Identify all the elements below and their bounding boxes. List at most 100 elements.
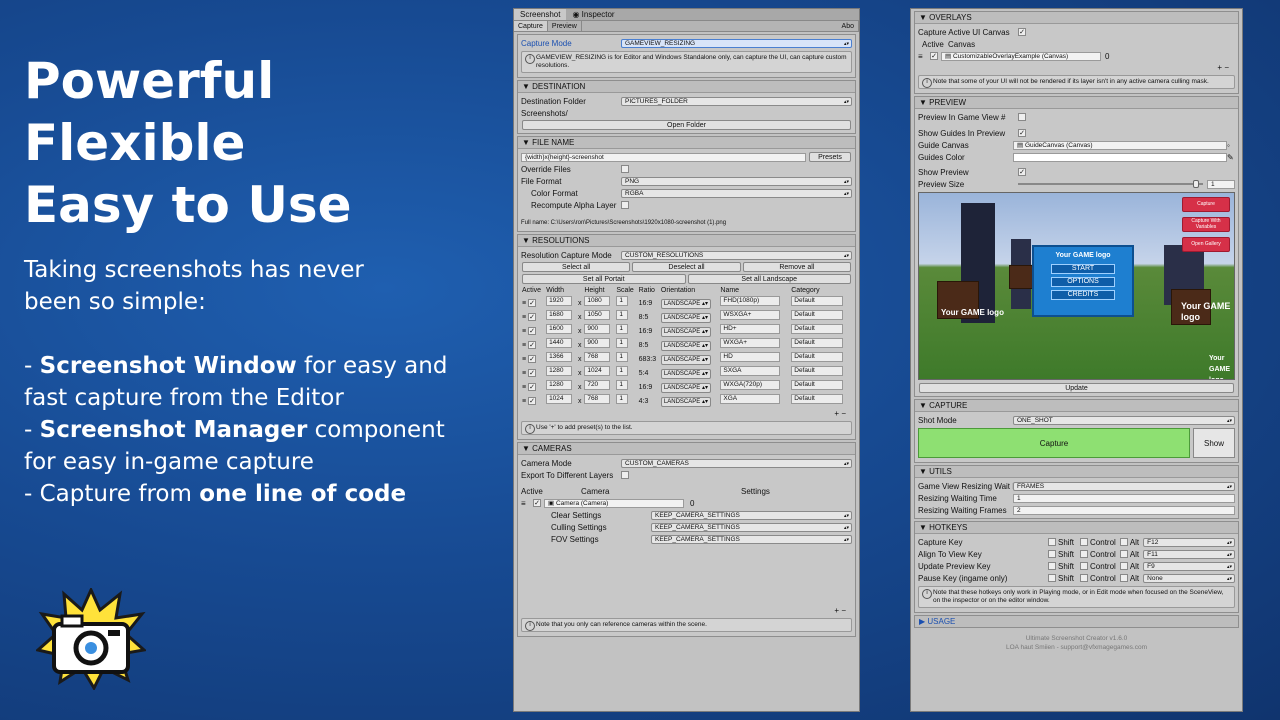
resolution-category[interactable]: Default — [791, 324, 844, 334]
control-checkbox[interactable] — [1080, 562, 1089, 570]
resolution-height[interactable]: 768 — [584, 394, 611, 404]
file-format-dropdown[interactable]: PNG — [621, 176, 852, 186]
shift-checkbox[interactable] — [1048, 574, 1056, 582]
destination-header[interactable]: ▼ DESTINATION — [518, 81, 855, 93]
alt-checkbox[interactable] — [1119, 550, 1128, 558]
resolution-active-checkbox[interactable]: ✓ — [528, 354, 537, 363]
overlay-active-checkbox[interactable]: ✓ — [930, 52, 938, 60]
override-files-checkbox[interactable] — [621, 165, 629, 173]
orientation-dropdown[interactable]: LANDSCAPE ▴▾ — [660, 298, 711, 309]
object-picker-icon[interactable]: ◦ — [1227, 140, 1235, 151]
resolution-width[interactable]: 1024 — [546, 394, 573, 404]
camera-field[interactable]: ▣ Camera (Camera) — [544, 498, 684, 508]
update-preview-button[interactable]: Update — [919, 383, 1234, 393]
hotkey-key-dropdown[interactable]: F12 — [1143, 537, 1235, 547]
overlay-canvas-field[interactable]: ▤ CustomizableOverlayExample (Canvas) — [941, 51, 1101, 61]
resolution-active-checkbox[interactable]: ✓ — [528, 396, 537, 405]
subtab-capture[interactable]: Capture — [514, 21, 548, 31]
orientation-dropdown[interactable]: LANDSCAPE ▴▾ — [660, 368, 711, 379]
resolution-width[interactable]: 1366 — [546, 352, 573, 362]
resolution-active-checkbox[interactable]: ✓ — [528, 340, 537, 349]
shift-checkbox[interactable] — [1048, 550, 1056, 558]
remove-all-button[interactable]: Remove all — [742, 262, 851, 272]
tab-screenshot[interactable]: Screenshot — [514, 9, 567, 20]
cameras-header[interactable]: ▼ CAMERAS — [518, 443, 855, 455]
orientation-dropdown[interactable]: LANDSCAPE ▴▾ — [660, 340, 711, 351]
preview-size-input[interactable]: 1 — [1207, 179, 1235, 189]
resolution-active-checkbox[interactable]: ✓ — [528, 326, 537, 335]
resolution-active-checkbox[interactable]: ✓ — [528, 382, 537, 391]
resolution-category[interactable]: Default — [791, 380, 844, 390]
hotkey-key-dropdown[interactable]: F9 — [1143, 561, 1235, 571]
resolution-width[interactable]: 1920 — [546, 296, 573, 306]
culling-settings-dropdown[interactable]: KEEP_CAMERA_SETTINGS — [651, 522, 852, 532]
subtab-preview[interactable]: Preview — [548, 21, 582, 31]
camera-mode-dropdown[interactable]: CUSTOM_CAMERAS — [621, 458, 852, 468]
tab-inspector[interactable]: ◉ Inspector — [566, 9, 620, 20]
resize-wait-mode-dropdown[interactable]: FRAMES — [1013, 481, 1235, 491]
alt-checkbox[interactable] — [1119, 538, 1128, 546]
resolution-scale[interactable]: 1 — [616, 338, 629, 348]
camera-active-checkbox[interactable]: ✓ — [533, 499, 541, 507]
resolution-name[interactable]: HD — [720, 352, 781, 362]
resolution-active-checkbox[interactable]: ✓ — [528, 368, 537, 377]
resolution-height[interactable]: 1050 — [584, 310, 611, 320]
filename-input[interactable]: {width}x{height}-screenshot — [521, 152, 806, 162]
overlays-header[interactable]: ▼ OVERLAYS — [915, 12, 1238, 24]
preview-game-view-checkbox[interactable] — [1018, 113, 1026, 121]
cameras-add-remove[interactable]: + − — [521, 605, 852, 616]
resolution-height[interactable]: 900 — [584, 338, 611, 348]
control-checkbox[interactable] — [1080, 550, 1089, 558]
resolution-height[interactable]: 900 — [584, 324, 611, 334]
preview-size-slider[interactable] — [1018, 179, 1203, 189]
guides-color-swatch[interactable] — [1013, 152, 1227, 162]
resolution-category[interactable]: Default — [791, 352, 844, 362]
resolution-scale[interactable]: 1 — [616, 324, 629, 334]
resize-wait-time-input[interactable]: 1 — [1013, 493, 1235, 503]
preview-header[interactable]: ▼ PREVIEW — [915, 97, 1238, 109]
eyedropper-icon[interactable]: ✎ — [1227, 152, 1235, 163]
overlays-add-remove[interactable]: + − — [918, 62, 1235, 73]
capture-header[interactable]: ▼ CAPTURE — [915, 400, 1238, 412]
open-folder-button[interactable]: Open Folder — [522, 120, 851, 130]
recompute-alpha-checkbox[interactable] — [621, 201, 629, 209]
shift-checkbox[interactable] — [1048, 538, 1056, 546]
hotkey-key-dropdown[interactable]: F11 — [1143, 549, 1235, 559]
capture-button[interactable]: Capture — [918, 428, 1190, 458]
drag-handle-icon[interactable]: ≡ — [521, 498, 533, 509]
hotkeys-header[interactable]: ▼ HOTKEYS — [915, 522, 1238, 534]
filename-header[interactable]: ▼ FILE NAME — [518, 137, 855, 149]
control-checkbox[interactable] — [1080, 574, 1089, 582]
resolutions-add-remove[interactable]: + − — [521, 408, 852, 419]
resolution-category[interactable]: Default — [791, 296, 844, 306]
deselect-all-button[interactable]: Deselect all — [632, 262, 741, 272]
resolution-name[interactable]: WSXGA+ — [720, 310, 781, 320]
subtab-about[interactable]: Abo — [838, 21, 859, 31]
resolution-category[interactable]: Default — [791, 338, 844, 348]
alt-checkbox[interactable] — [1119, 562, 1128, 570]
resolution-height[interactable]: 1080 — [584, 296, 611, 306]
select-all-button[interactable]: Select all — [522, 262, 631, 272]
resolution-height[interactable]: 768 — [584, 352, 611, 362]
resolution-scale[interactable]: 1 — [616, 310, 629, 320]
utils-header[interactable]: ▼ UTILS — [915, 466, 1238, 478]
orientation-dropdown[interactable]: LANDSCAPE ▴▾ — [660, 382, 711, 393]
fov-settings-dropdown[interactable]: KEEP_CAMERA_SETTINGS — [651, 534, 852, 544]
clear-settings-dropdown[interactable]: KEEP_CAMERA_SETTINGS — [651, 510, 852, 520]
resolution-width[interactable]: 1280 — [546, 380, 573, 390]
resolution-name[interactable]: XGA — [720, 394, 781, 404]
shift-checkbox[interactable] — [1048, 562, 1056, 570]
resolution-category[interactable]: Default — [791, 394, 844, 404]
resolutions-header[interactable]: ▼ RESOLUTIONS — [518, 235, 855, 247]
resolution-name[interactable]: FHD(1080p) — [720, 296, 781, 306]
control-checkbox[interactable] — [1080, 538, 1089, 546]
resolution-width[interactable]: 1600 — [546, 324, 573, 334]
resolution-active-checkbox[interactable]: ✓ — [528, 298, 537, 307]
export-layers-checkbox[interactable] — [621, 471, 629, 479]
orientation-dropdown[interactable]: LANDSCAPE ▴▾ — [660, 326, 711, 337]
orientation-dropdown[interactable]: LANDSCAPE ▴▾ — [660, 396, 711, 407]
resolution-scale[interactable]: 1 — [616, 352, 629, 362]
preview-size-knob[interactable] — [1192, 180, 1199, 188]
resolution-category[interactable]: Default — [791, 366, 844, 376]
resolution-scale[interactable]: 1 — [616, 366, 629, 376]
